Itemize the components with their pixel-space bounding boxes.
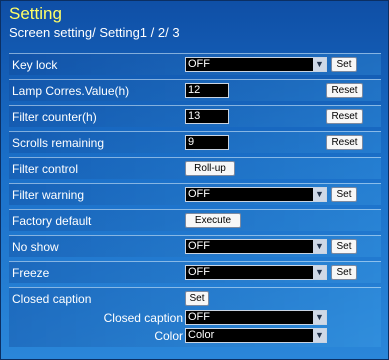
lamp-corres-reset-button[interactable]: Reset: [326, 83, 363, 98]
filter-warning-label: Filter warning: [12, 188, 85, 202]
chevron-down-icon[interactable]: ▼: [313, 311, 326, 324]
freeze-value: OFF: [188, 266, 210, 278]
key-lock-value: OFF: [188, 58, 210, 70]
no-show-value: OFF: [188, 240, 210, 252]
key-lock-label: Key lock: [12, 58, 58, 72]
roll-up-button[interactable]: Roll-up: [185, 161, 235, 176]
filter-warning-value: OFF: [188, 188, 210, 200]
filter-control-label: Filter control: [12, 162, 79, 176]
closed-caption-label: Closed caption: [12, 292, 92, 306]
key-lock-select[interactable]: OFF ▼: [185, 57, 327, 72]
scrolls-remaining-reset-button[interactable]: Reset: [326, 135, 363, 150]
filter-counter-label: Filter counter(h): [12, 110, 97, 124]
color-value: Color: [188, 329, 215, 341]
lamp-corres-field[interactable]: 12: [185, 83, 229, 98]
chevron-down-icon[interactable]: ▼: [313, 240, 326, 253]
freeze-set-button[interactable]: Set: [331, 265, 357, 280]
factory-default-label: Factory default: [12, 214, 92, 228]
page-subtitle: Screen setting/ Setting1 / 2/ 3: [9, 25, 180, 40]
row-freeze: Freeze OFF ▼ Set: [9, 261, 381, 283]
key-lock-set-button[interactable]: Set: [331, 57, 357, 72]
row-filter-counter: Filter counter(h) 13 Reset: [9, 105, 381, 127]
freeze-label: Freeze: [12, 266, 50, 280]
scrolls-remaining-field[interactable]: 9: [185, 135, 229, 150]
chevron-down-icon[interactable]: ▼: [313, 58, 326, 71]
execute-button[interactable]: Execute: [185, 213, 241, 228]
row-lamp-corres: Lamp Corres.Value(h) 12 Reset: [9, 79, 381, 101]
freeze-select[interactable]: OFF ▼: [185, 265, 327, 280]
row-filter-control: Filter control Roll-up: [9, 157, 381, 179]
row-no-show: No show OFF ▼ Set: [9, 235, 381, 257]
settings-panel: Setting Screen setting/ Setting1 / 2/ 3 …: [0, 0, 389, 360]
chevron-down-icon[interactable]: ▼: [313, 329, 326, 342]
row-closed-caption: Closed caption Set Closed caption OFF ▼ …: [9, 287, 381, 347]
filter-warning-set-button[interactable]: Set: [331, 187, 357, 202]
color-label: Color: [154, 329, 183, 343]
no-show-set-button[interactable]: Set: [331, 239, 357, 254]
color-select[interactable]: Color ▼: [185, 328, 327, 343]
row-filter-warning: Filter warning OFF ▼ Set: [9, 183, 381, 205]
scrolls-remaining-label: Scrolls remaining: [12, 136, 105, 150]
closed-caption-sub-label: Closed caption: [103, 311, 183, 325]
filter-counter-field[interactable]: 13: [185, 109, 229, 124]
row-key-lock: Key lock OFF ▼ Set: [9, 53, 381, 75]
page-title: Setting: [9, 4, 62, 23]
lamp-corres-label: Lamp Corres.Value(h): [12, 84, 130, 98]
closed-caption-value: OFF: [188, 311, 210, 323]
filter-counter-reset-button[interactable]: Reset: [326, 109, 363, 124]
no-show-select[interactable]: OFF ▼: [185, 239, 327, 254]
closed-caption-set-button[interactable]: Set: [185, 291, 209, 306]
no-show-label: No show: [12, 240, 59, 254]
row-scrolls-remaining: Scrolls remaining 9 Reset: [9, 131, 381, 153]
chevron-down-icon[interactable]: ▼: [313, 188, 326, 201]
row-factory-default: Factory default Execute: [9, 209, 381, 231]
filter-warning-select[interactable]: OFF ▼: [185, 187, 327, 202]
chevron-down-icon[interactable]: ▼: [313, 266, 326, 279]
closed-caption-select[interactable]: OFF ▼: [185, 310, 327, 325]
